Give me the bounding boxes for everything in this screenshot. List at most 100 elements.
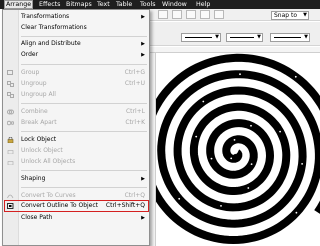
menu-item-shaping[interactable]: Shaping ▶ xyxy=(3,174,149,184)
spiral-node xyxy=(178,197,181,200)
menu-item-transformations[interactable]: Transformations ▶ xyxy=(3,12,149,22)
spiral-node xyxy=(220,205,222,207)
menu-separator xyxy=(21,64,147,65)
spiral-object[interactable] xyxy=(156,53,320,246)
menu-item-label: Group xyxy=(21,69,40,76)
chevron-right-icon: ▶ xyxy=(141,41,145,47)
spiral-outline[interactable] xyxy=(156,53,320,245)
lock-icon xyxy=(7,137,14,143)
spiral-node xyxy=(233,139,236,141)
toolbar-button[interactable] xyxy=(172,10,182,19)
toolbar-button[interactable] xyxy=(186,10,196,19)
snap-to-label: Snap to xyxy=(274,12,298,19)
menu-item-label: Clear Transformations xyxy=(21,24,87,31)
combine-icon xyxy=(7,109,14,115)
break-apart-icon xyxy=(7,120,14,126)
menu-item-clear-transformations[interactable]: Clear Transformations xyxy=(3,23,149,33)
menu-item-label: Align and Distribute xyxy=(21,40,81,47)
ungroup-all-icon xyxy=(7,92,14,98)
line-end-selector[interactable]: ▼ xyxy=(226,33,263,42)
menu-separator xyxy=(21,170,147,171)
menu-item-unlock-all-objects[interactable]: Unlock All Objects xyxy=(3,157,149,167)
menu-item-ungroup[interactable]: Ungroup Ctrl+U xyxy=(3,79,149,89)
convert-to-curves-icon xyxy=(7,194,14,199)
menu-item-unlock-object[interactable]: Unlock Object xyxy=(3,146,149,156)
spiral-node xyxy=(250,163,253,165)
menu-item-label: Transformations xyxy=(21,13,70,20)
menu-tools[interactable]: Tools xyxy=(140,0,156,9)
toolbar-button[interactable] xyxy=(158,10,168,19)
menu-item-align-distribute[interactable]: Align and Distribute ▶ xyxy=(3,39,149,49)
unlock-all-icon xyxy=(7,161,14,165)
menu-item-shortcut: Ctrl+L xyxy=(125,108,145,115)
menu-item-label: Convert Outline To Object xyxy=(21,202,99,209)
menu-item-label: Break Apart xyxy=(21,119,57,126)
unlock-icon xyxy=(7,150,14,154)
menu-item-shortcut: Ctrl+Shift+Q xyxy=(105,202,145,209)
line-style-selector[interactable]: ▼ xyxy=(181,33,221,42)
menu-item-ungroup-all[interactable]: Ungroup All xyxy=(3,90,149,100)
spiral-node xyxy=(247,187,250,189)
chevron-right-icon: ▶ xyxy=(141,215,145,221)
menu-item-label: Combine xyxy=(21,108,48,115)
menu-item-order[interactable]: Order ▶ xyxy=(3,50,149,60)
menu-table[interactable]: Table xyxy=(116,0,132,9)
chevron-right-icon: ▶ xyxy=(141,176,145,182)
chevron-down-icon: ▼ xyxy=(304,34,308,40)
menu-separator xyxy=(21,103,147,104)
spiral-node xyxy=(301,163,303,165)
menu-item-label: Close Path xyxy=(21,214,53,221)
menu-item-break-apart[interactable]: Break Apart Ctrl+K xyxy=(3,118,149,128)
menu-help[interactable]: Help xyxy=(196,0,210,9)
menu-item-label: Unlock All Objects xyxy=(21,158,76,165)
spiral-node xyxy=(239,73,241,76)
menu-item-label: Ungroup xyxy=(21,80,47,87)
menu-separator xyxy=(21,187,147,188)
line-style-preview xyxy=(230,37,254,38)
menu-item-label: Ungroup All xyxy=(21,91,56,98)
menu-item-combine[interactable]: Combine Ctrl+L xyxy=(3,107,149,117)
arrange-menu: Transformations ▶ Clear Transformations … xyxy=(2,9,150,246)
menu-separator xyxy=(21,131,147,132)
ungroup-icon xyxy=(7,81,14,87)
menu-item-shortcut: Ctrl+G xyxy=(124,69,145,76)
snap-to-dropdown[interactable]: Snap to ▼ xyxy=(271,11,309,20)
spiral-node xyxy=(250,124,252,127)
chevron-down-icon: ▼ xyxy=(215,34,219,40)
menu-text[interactable]: Text xyxy=(97,0,110,9)
menu-item-lock-object[interactable]: Lock Object xyxy=(3,135,149,145)
spiral-node xyxy=(230,157,233,160)
toolbar-button[interactable] xyxy=(214,10,224,19)
menu-item-label: Unlock Object xyxy=(21,147,63,154)
menu-arrange[interactable]: Arrange xyxy=(4,0,34,9)
menu-item-convert-outline-to-object[interactable]: Convert Outline To Object Ctrl+Shift+Q xyxy=(3,201,149,211)
toolbar-button[interactable] xyxy=(200,10,210,19)
spiral-node xyxy=(279,130,281,133)
drawing-canvas[interactable] xyxy=(156,53,320,246)
menu-item-close-path[interactable]: Close Path ▶ xyxy=(3,213,149,223)
menu-bitmaps[interactable]: Bitmaps xyxy=(66,0,92,9)
spiral-node xyxy=(210,157,213,160)
menu-item-group[interactable]: Group Ctrl+G xyxy=(3,68,149,78)
convert-outline-icon xyxy=(7,203,14,209)
spiral-node xyxy=(195,135,198,138)
menu-item-shortcut: Ctrl+K xyxy=(125,119,145,126)
chevron-right-icon: ▶ xyxy=(141,52,145,58)
outline-width-selector[interactable]: ▼ xyxy=(270,33,310,42)
spiral-node xyxy=(294,75,297,78)
menu-item-shortcut: Ctrl+U xyxy=(124,80,145,87)
menu-effects[interactable]: Effects xyxy=(39,0,60,9)
spiral-node xyxy=(295,211,298,214)
line-style-preview xyxy=(274,37,301,38)
menu-separator xyxy=(21,36,147,37)
menu-bar: Arrange Effects Bitmaps Text Table Tools… xyxy=(0,0,320,9)
spiral-node xyxy=(202,100,205,103)
chevron-down-icon: ▼ xyxy=(303,12,307,18)
group-icon xyxy=(7,70,13,75)
chevron-down-icon: ▼ xyxy=(257,34,261,40)
chevron-right-icon: ▶ xyxy=(141,14,145,20)
menu-item-label: Lock Object xyxy=(21,136,57,143)
line-style-preview xyxy=(185,37,212,38)
menu-item-label: Order xyxy=(21,51,39,58)
menu-window[interactable]: Window xyxy=(162,0,187,9)
